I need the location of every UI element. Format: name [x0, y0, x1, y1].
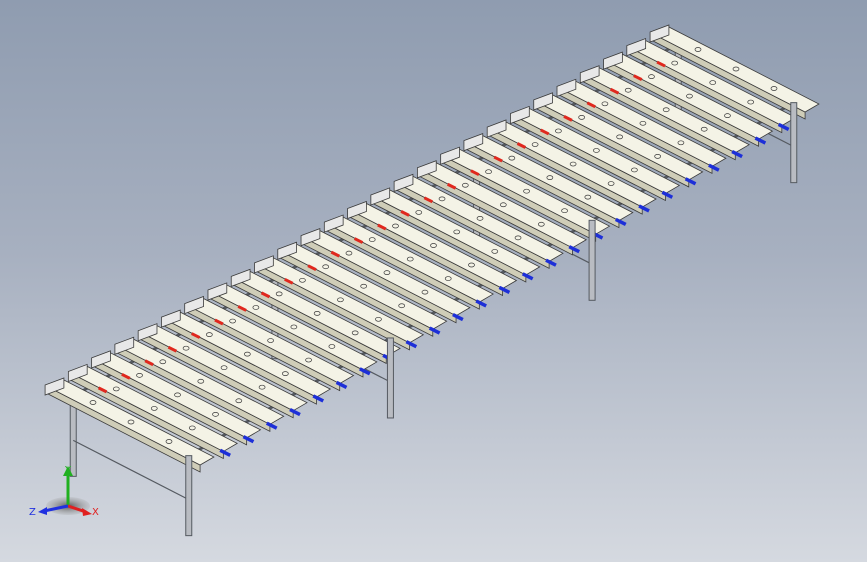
- support-leg: [386, 337, 394, 419]
- x-axis-label: X: [92, 507, 99, 518]
- support-leg: [588, 219, 596, 301]
- axis-triad: Y X Z: [29, 465, 99, 518]
- support-leg: [790, 102, 798, 184]
- graphics-viewport[interactable]: Y X Z: [0, 0, 867, 562]
- roller-conveyor-model[interactable]: [0, 0, 867, 562]
- y-axis-label: Y: [64, 465, 72, 476]
- z-axis-arrowhead: [38, 507, 47, 515]
- support-leg: [185, 455, 193, 537]
- roller-set: [44, 24, 820, 473]
- z-axis-label: Z: [29, 507, 36, 518]
